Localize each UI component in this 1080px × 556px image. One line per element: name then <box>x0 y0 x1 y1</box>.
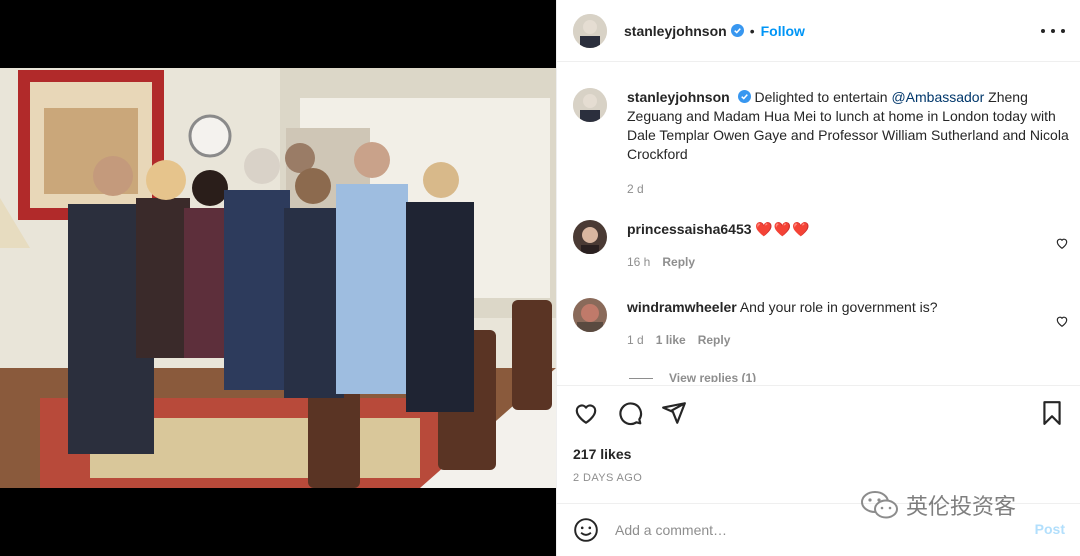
comment-item: princessaisha6453 ❤️❤️❤️ 16 h Reply <box>573 220 1069 280</box>
commenter-avatar[interactable] <box>573 298 607 332</box>
emoji-smiley-icon[interactable] <box>573 517 599 543</box>
verified-badge-icon <box>737 90 751 103</box>
likes-count[interactable]: 217 likes <box>573 446 631 462</box>
post-media <box>0 0 556 556</box>
like-comment-heart-icon[interactable] <box>1055 236 1069 250</box>
wechat-logo-icon <box>861 491 898 519</box>
comment-bubble-icon[interactable] <box>617 400 643 426</box>
post-details-panel: stanleyjohnson • Follow stanleyjohnson D… <box>556 0 1080 556</box>
caption-meta: 2 d <box>627 180 1069 199</box>
caption-age: 2 d <box>627 182 644 196</box>
caption-username[interactable]: stanleyjohnson <box>627 89 730 105</box>
comment-meta: 16 h Reply <box>627 253 1043 272</box>
comment-username[interactable]: windramwheeler <box>627 299 737 315</box>
like-comment-heart-icon[interactable] <box>1055 314 1069 328</box>
post-timestamp: 2 DAYS AGO <box>573 472 643 484</box>
share-paper-plane-icon[interactable] <box>661 400 687 426</box>
comment-reply-button[interactable]: Reply <box>698 333 731 347</box>
comment-text: ❤️❤️❤️ <box>755 221 811 237</box>
caption-body: stanleyjohnson Delighted to entertain @A… <box>627 88 1069 199</box>
comment-text: And your role in government is? <box>739 299 938 315</box>
caption-mention-link[interactable]: @Ambassador <box>891 89 984 105</box>
follow-button[interactable]: Follow <box>761 23 805 39</box>
action-icon-group <box>573 400 687 426</box>
wechat-watermark: 英伦投资客 <box>860 489 1016 521</box>
post-comment-button[interactable]: Post <box>1035 521 1065 537</box>
more-options-icon[interactable] <box>1041 22 1065 40</box>
post-photo[interactable] <box>0 68 556 488</box>
post-caption: stanleyjohnson Delighted to entertain @A… <box>573 88 1069 198</box>
comment-username[interactable]: princessaisha6453 <box>627 221 752 237</box>
comment-age: 1 d <box>627 333 644 347</box>
verified-badge-icon <box>730 24 744 37</box>
comment-body: windramwheeler And your role in governme… <box>627 298 1043 350</box>
comment-item: windramwheeler And your role in governme… <box>573 298 1069 358</box>
like-heart-icon[interactable] <box>573 400 599 426</box>
comment-age: 16 h <box>627 255 651 269</box>
post-actions: 217 likes 2 DAYS AGO <box>557 385 1080 505</box>
comments-list[interactable]: stanleyjohnson Delighted to entertain @A… <box>557 70 1080 382</box>
comment-reply-button[interactable]: Reply <box>662 255 695 269</box>
watermark-text: 英伦投资客 <box>906 494 1017 519</box>
caption-text-before: Delighted to entertain <box>754 89 892 105</box>
post-header: stanleyjohnson • Follow <box>557 0 1080 62</box>
header-separator: • <box>749 22 755 39</box>
bookmark-icon[interactable] <box>1039 400 1065 426</box>
commenter-avatar[interactable] <box>573 220 607 254</box>
group-photo-image <box>0 68 556 488</box>
author-username[interactable]: stanleyjohnson <box>624 23 727 39</box>
caption-avatar[interactable] <box>573 88 607 122</box>
view-replies-button[interactable]: View replies (1) <box>629 371 756 382</box>
author-avatar[interactable] <box>573 13 607 48</box>
bookmark-icon-wrapper <box>1039 400 1065 426</box>
comment-body: princessaisha6453 ❤️❤️❤️ 16 h Reply <box>627 220 1043 272</box>
comment-meta: 1 d 1 like Reply <box>627 331 1043 350</box>
comment-likes-count[interactable]: 1 like <box>656 333 686 347</box>
